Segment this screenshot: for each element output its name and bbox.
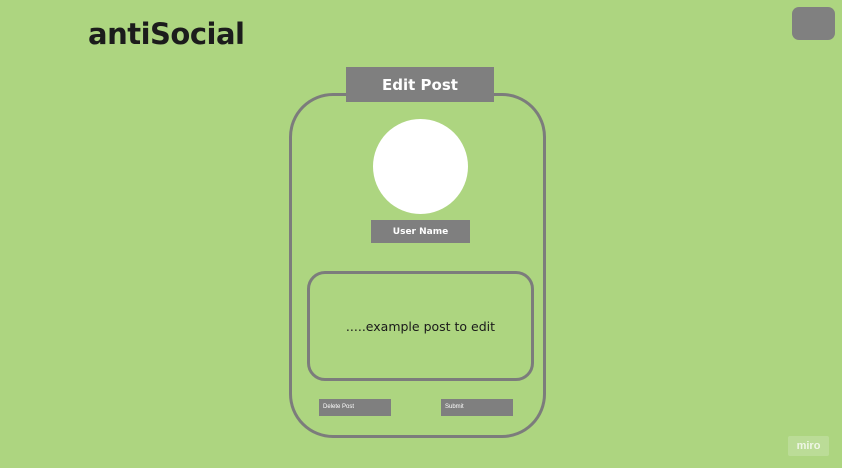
menu-button[interactable] [792,7,835,40]
submit-button[interactable]: Submit [441,399,513,416]
page-title: Edit Post [346,67,494,102]
user-name-label: User Name [371,220,470,243]
avatar [373,119,468,214]
delete-post-button[interactable]: Delete Post [319,399,391,416]
post-edit-field[interactable]: .....example post to edit [307,271,534,381]
app-logo: antiSocial [88,17,245,51]
post-text: .....example post to edit [345,318,496,334]
miro-watermark: miro [788,436,829,456]
